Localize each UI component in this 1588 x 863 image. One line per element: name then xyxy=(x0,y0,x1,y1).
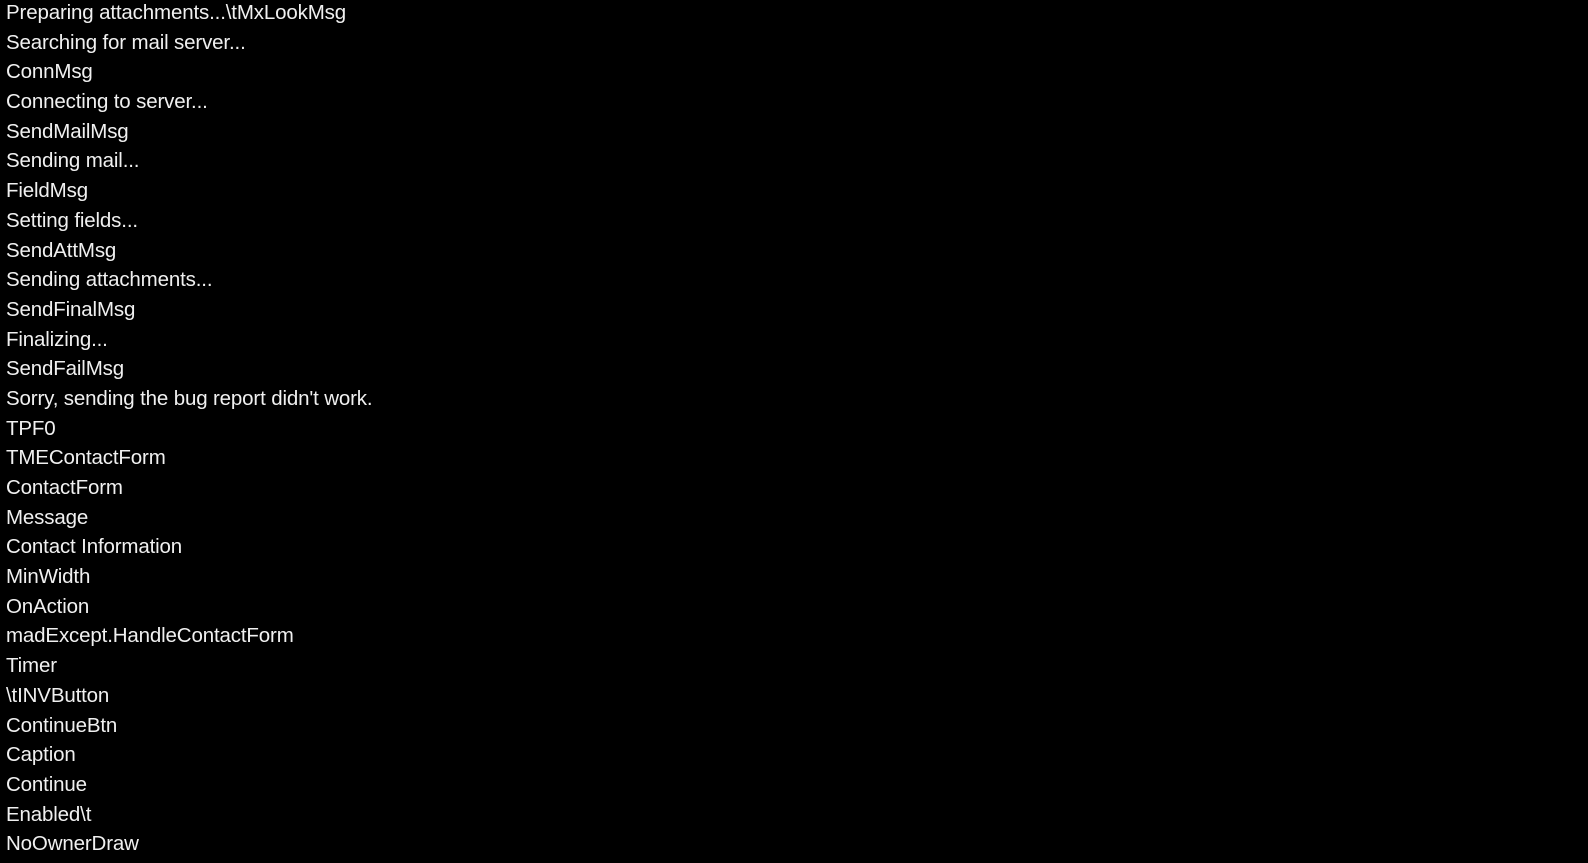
text-line: Finalizing... xyxy=(6,327,108,351)
text-line: madExcept.HandleContactForm xyxy=(6,624,294,648)
text-line: TMEContactForm xyxy=(6,446,166,470)
text-line: Enabled\t xyxy=(6,802,92,826)
text-line: Sending attachments... xyxy=(6,268,213,292)
text-line: FieldMsg xyxy=(6,179,88,203)
text-console[interactable]: Preparing attachments...\tMxLookMsg Searc… xyxy=(0,0,1588,863)
text-line: SendAttMsg xyxy=(6,238,117,262)
text-line: \tINVButton xyxy=(6,683,110,707)
text-line: ContinueBtn xyxy=(6,713,118,737)
text-line: Preparing attachments...\tMxLookMsg xyxy=(6,1,346,24)
text-line: NoOwnerDraw xyxy=(6,832,139,856)
text-line: MinWidth xyxy=(6,565,91,589)
text-line: OnAction xyxy=(6,594,90,618)
text-line: Continue xyxy=(6,772,87,796)
text-line: Timer xyxy=(6,654,57,678)
text-line: Caption xyxy=(6,743,76,767)
text-line-stack: Preparing attachments...\tMxLookMsg Searc… xyxy=(0,0,1588,859)
text-line: Sending mail... xyxy=(6,149,140,173)
text-line: Searching for mail server... xyxy=(6,30,246,54)
text-line: ContactForm xyxy=(6,476,123,499)
text-line: Message xyxy=(6,505,89,529)
text-line: SendFinalMsg xyxy=(6,297,136,321)
text-line: Connecting to server... xyxy=(6,90,208,114)
text-line: TPF0 xyxy=(6,416,56,440)
text-line: Sorry, sending the bug report didn't wor… xyxy=(6,386,373,410)
text-line: ConnMsg xyxy=(6,60,93,84)
text-line: Contact Information xyxy=(6,535,183,559)
text-line: SendMailMsg xyxy=(6,119,129,143)
text-line: SendFailMsg xyxy=(6,357,124,381)
text-line: Setting fields... xyxy=(6,208,138,232)
